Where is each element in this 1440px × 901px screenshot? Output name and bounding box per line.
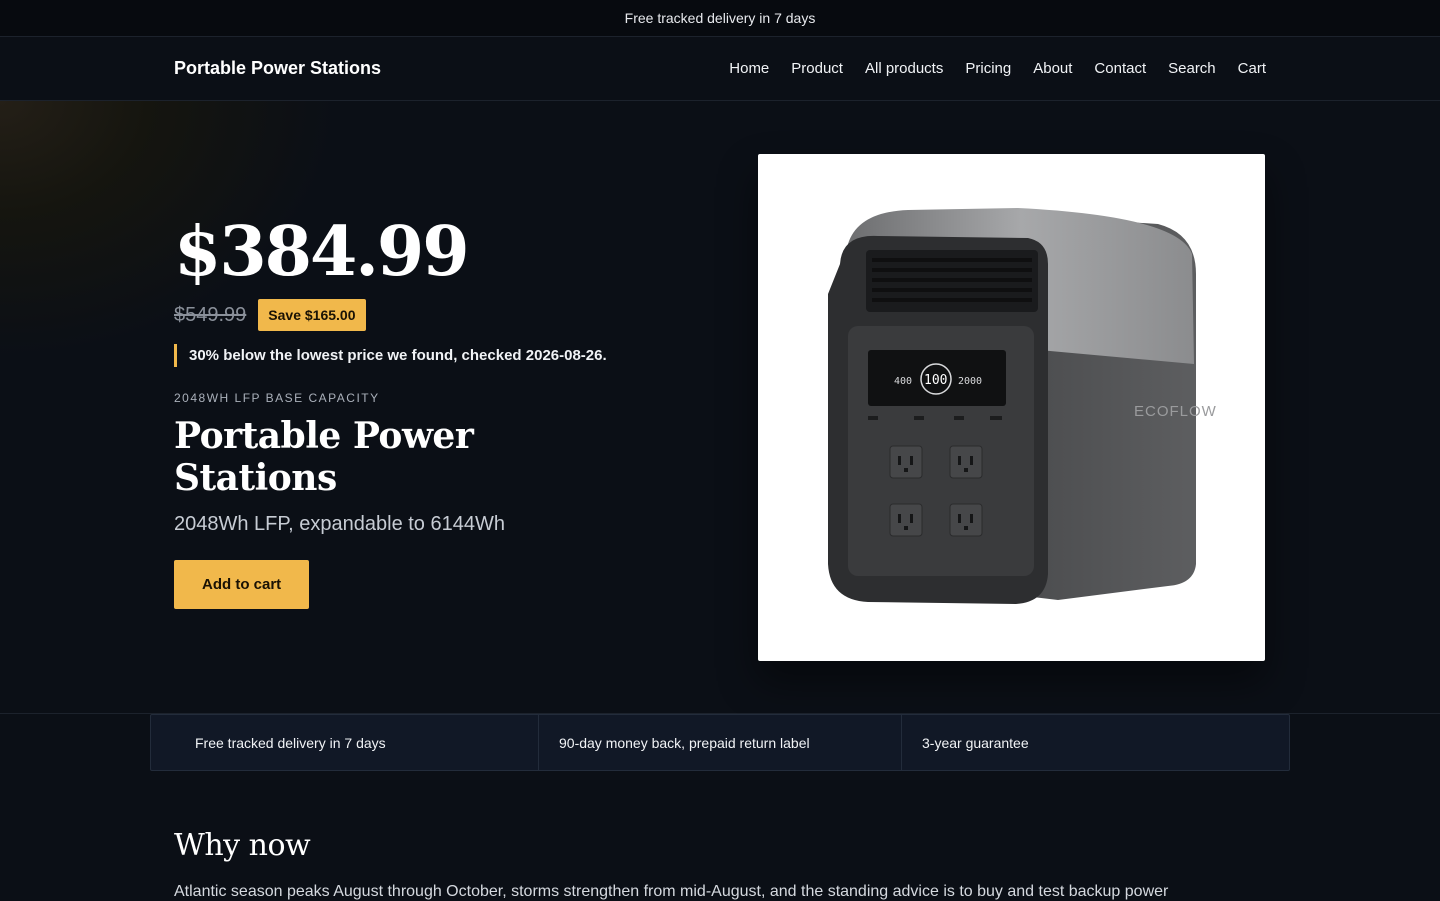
site-header: Portable Power Stations Home Product All…: [0, 37, 1440, 101]
current-price: $384.99: [174, 212, 470, 292]
power-station-illustration: 400 100 2000 ECOFLOW: [828, 208, 1217, 604]
hero-section: $384.99 $549.99 Save $165.00 30% below t…: [0, 101, 1440, 714]
price-row: $549.99 Save $165.00: [174, 299, 614, 331]
nav-contact[interactable]: Contact: [1094, 60, 1146, 77]
benefit-delivery: Free tracked delivery in 7 days: [151, 715, 539, 770]
svg-text:400: 400: [894, 376, 912, 387]
why-now-body: Atlantic season peaks August through Oct…: [174, 883, 1169, 900]
product-title: Portable Power Stations: [174, 415, 474, 499]
svg-text:2000: 2000: [958, 376, 982, 387]
add-to-cart-button[interactable]: Add to cart: [174, 560, 310, 609]
nav-about[interactable]: About: [1033, 60, 1072, 77]
hero-info: $384.99 $549.99 Save $165.00 30% below t…: [174, 207, 614, 609]
nav-all-products[interactable]: All products: [865, 60, 943, 77]
product-image: 400 100 2000 ECOFLOW: [758, 154, 1265, 661]
original-price: $549.99: [174, 303, 247, 326]
benefit-guarantee-text: 3-year guarantee: [922, 734, 1029, 751]
capacity-eyebrow: 2048WH LFP BASE CAPACITY: [174, 391, 380, 405]
benefit-guarantee: 3-year guarantee: [902, 715, 1289, 770]
price-note: 30% below the lowest price we found, che…: [174, 344, 614, 367]
announcement-bar: Free tracked delivery in 7 days: [0, 0, 1440, 37]
why-now-heading: Why now: [174, 828, 311, 863]
nav-pricing[interactable]: Pricing: [965, 60, 1011, 77]
benefit-returns-text: 90-day money back, prepaid return label: [559, 734, 810, 751]
benefit-returns: 90-day money back, prepaid return label: [539, 715, 902, 770]
main-nav: Home Product All products Pricing About …: [729, 60, 1266, 77]
nav-home[interactable]: Home: [729, 60, 769, 77]
brand-logo[interactable]: Portable Power Stations: [174, 58, 381, 79]
svg-text:ECOFLOW: ECOFLOW: [1134, 403, 1217, 420]
announcement-text: Free tracked delivery in 7 days: [624, 10, 816, 26]
nav-search[interactable]: Search: [1168, 60, 1216, 77]
why-now-section: Why now Atlantic season peaks August thr…: [174, 828, 1274, 901]
nav-product[interactable]: Product: [791, 60, 843, 77]
benefits-bar: Free tracked delivery in 7 days 90-day m…: [150, 714, 1290, 771]
product-subtitle: 2048Wh LFP, expandable to 6144Wh: [174, 513, 505, 535]
benefit-delivery-text: Free tracked delivery in 7 days: [195, 734, 386, 751]
svg-text:100: 100: [924, 373, 947, 388]
save-badge: Save $165.00: [258, 299, 366, 331]
nav-cart[interactable]: Cart: [1238, 60, 1266, 77]
